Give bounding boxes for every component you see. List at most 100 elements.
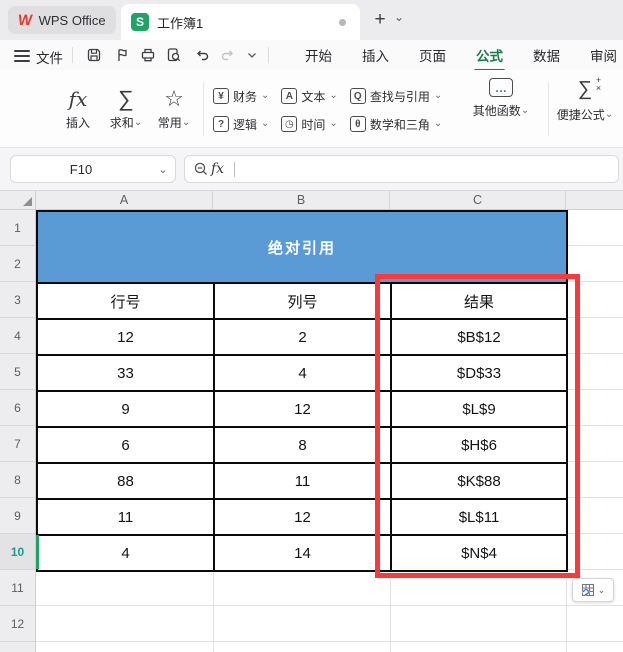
chevron-down-icon: ⌄ — [597, 584, 606, 595]
menu-tab-2[interactable]: 页面 — [417, 41, 448, 69]
insert-function-icon[interactable]: fx — [211, 161, 224, 177]
data-cell[interactable]: 12 — [213, 390, 392, 428]
merged-title-cell[interactable]: 绝对引用 — [35, 210, 569, 284]
app-name: WPS Office — [38, 12, 106, 28]
select-all-corner[interactable] — [0, 190, 36, 210]
row-header-2[interactable]: 2 — [0, 246, 35, 282]
main-menu-hamburger-icon[interactable] — [14, 47, 30, 63]
row-header-7[interactable]: 7 — [0, 426, 35, 462]
quick-formula-button[interactable]: ∑ + × 便捷公式 — [552, 75, 618, 123]
chevron-down-icon — [134, 116, 142, 130]
function-category-button-4[interactable]: ◷ 时间 — [281, 115, 337, 133]
function-category-button-2[interactable]: Q 查找与引用 — [349, 87, 442, 105]
insert-function-button[interactable]: fx 插入 — [54, 78, 102, 140]
data-cell[interactable]: 8 — [213, 426, 392, 464]
quick-toolbar-chevron-icon[interactable] — [242, 45, 262, 65]
app-home-button[interactable]: W WPS Office — [8, 6, 116, 34]
save-button[interactable] — [84, 45, 104, 65]
data-cell[interactable]: 9 — [36, 390, 215, 428]
file-menu[interactable]: 文件 — [36, 47, 63, 67]
column-header-A[interactable]: A — [36, 191, 213, 209]
ribbon: fx 插入 ∑ 求和 ☆ 常用 ¥财务 A文本 Q查找与引用 ?逻辑 ◷时间 θ数学和三… — [0, 70, 623, 148]
text-cursor — [234, 161, 236, 177]
tab-list-chevron-icon[interactable]: ⌄ — [394, 10, 404, 24]
row-header-5[interactable]: 5 — [0, 354, 35, 390]
data-cell[interactable]: 4 — [36, 534, 215, 572]
divider — [268, 47, 269, 63]
function-category-button-0[interactable]: ¥ 财务 — [213, 87, 269, 105]
row-header-1[interactable]: 1 — [0, 210, 35, 246]
function-category-icon: A — [281, 88, 298, 104]
data-cell[interactable]: 12 — [36, 318, 215, 356]
redo-icon — [221, 50, 233, 61]
star-icon: ☆ — [164, 86, 184, 111]
select-all-triangle-icon — [23, 197, 32, 206]
row-header-8[interactable]: 8 — [0, 462, 35, 498]
print-button[interactable] — [138, 45, 158, 65]
export-button[interactable] — [112, 45, 132, 65]
row-header-4[interactable]: 4 — [0, 318, 35, 354]
data-cell[interactable]: 88 — [36, 462, 215, 500]
function-category-icon: ? — [213, 116, 229, 132]
header-cell-1[interactable]: 列号 — [213, 282, 392, 320]
print-preview-button[interactable] — [164, 45, 184, 65]
menu-tab-4[interactable]: 数据 — [531, 41, 562, 69]
common-functions-button[interactable]: ☆ 常用 — [150, 78, 198, 140]
autosum-button[interactable]: ∑ 求和 — [102, 78, 150, 140]
chevron-down-icon — [261, 87, 269, 105]
undo-button[interactable] — [192, 45, 212, 65]
data-cell[interactable]: 12 — [213, 498, 392, 536]
unsaved-dot-icon[interactable] — [339, 18, 346, 26]
data-cell[interactable]: 33 — [36, 354, 215, 392]
column-header-C[interactable]: C — [390, 191, 566, 209]
menu-tab-0[interactable]: 开始 — [303, 41, 334, 69]
function-category-button-1[interactable]: A 文本 — [281, 87, 337, 105]
paste-options-button[interactable]: ⌄ — [572, 578, 614, 602]
row-header-9[interactable]: 9 — [0, 498, 35, 534]
row-header-11[interactable]: 11 — [0, 570, 35, 606]
menu-tab-1[interactable]: 插入 — [360, 41, 391, 69]
data-cell[interactable]: 14 — [213, 534, 392, 572]
data-cell[interactable]: 4 — [213, 354, 392, 392]
formula-input[interactable]: fx — [184, 155, 619, 183]
row-header-6[interactable]: 6 — [0, 390, 35, 426]
data-cell[interactable]: 2 — [213, 318, 392, 356]
row-header-3[interactable]: 3 — [0, 282, 35, 318]
formula-zoom-icon[interactable] — [193, 161, 209, 177]
row-header-10[interactable]: 10 — [0, 534, 35, 570]
document-tab[interactable]: S 工作簿1 — [121, 4, 360, 40]
name-box[interactable]: F10 ⌄ — [10, 155, 176, 183]
export-icon — [118, 49, 127, 61]
highlight-red-box — [375, 274, 580, 578]
function-category-row-2: ?逻辑 ◷时间 θ数学和三角 — [213, 113, 463, 135]
header-cell-0[interactable]: 行号 — [36, 282, 215, 320]
menu-tab-3[interactable]: 公式 — [474, 41, 505, 72]
data-cell[interactable]: 11 — [213, 462, 392, 500]
sigma-plus-icon: ∑ + × — [577, 75, 602, 101]
function-category-button-5[interactable]: θ 数学和三角 — [349, 115, 442, 133]
function-category-icon: ◷ — [281, 116, 298, 132]
menu-tab-5[interactable]: 审阅 — [588, 41, 619, 69]
other-functions-button[interactable]: … 其他函数 — [466, 78, 536, 119]
fx-icon: fx — [68, 87, 88, 111]
data-cell[interactable]: 6 — [36, 426, 215, 464]
row-header-12[interactable]: 12 — [0, 606, 35, 642]
divider — [203, 82, 204, 136]
chevron-down-icon — [434, 115, 442, 133]
chevron-down-icon[interactable]: ⌄ — [151, 163, 175, 176]
column-headers: ABC — [36, 190, 623, 210]
new-tab-button[interactable]: + — [368, 8, 392, 32]
wps-logo-icon: W — [17, 11, 34, 29]
chevron-down-icon — [182, 116, 190, 130]
more-functions-icon: … — [489, 78, 513, 97]
function-category-button-3[interactable]: ? 逻辑 — [213, 115, 269, 133]
column-header-B[interactable]: B — [213, 191, 390, 209]
function-category-icon: θ — [349, 116, 366, 132]
data-cell[interactable]: 11 — [36, 498, 215, 536]
redo-button[interactable] — [218, 45, 238, 65]
function-category-icon: ¥ — [213, 88, 229, 104]
formula-bar: F10 ⌄ fx — [0, 148, 623, 190]
document-title: 工作簿1 — [157, 15, 204, 31]
undo-icon — [197, 50, 209, 61]
chevron-down-icon — [605, 108, 613, 122]
